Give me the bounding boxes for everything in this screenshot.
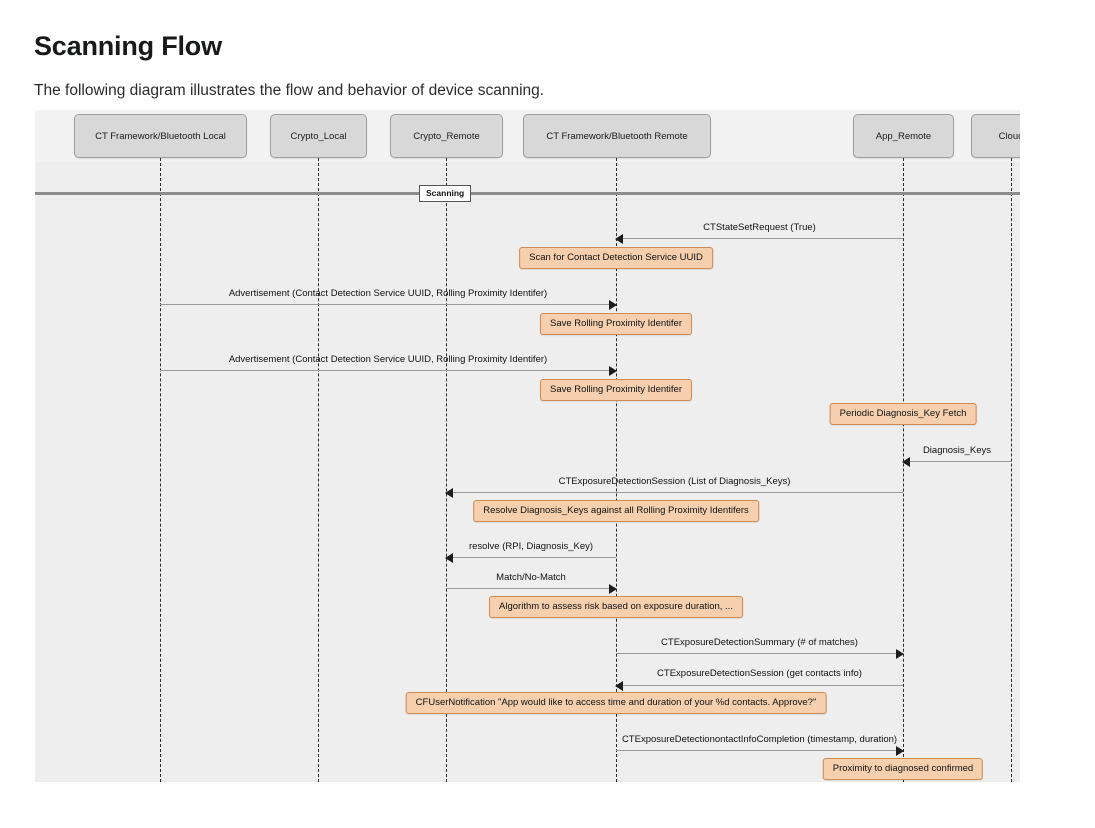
lifeline-crypto_local [318,158,319,782]
participant-label: CT Framework/Bluetooth Remote [546,130,688,142]
message-arrow [902,457,1011,467]
participant-app_remote: App_Remote [853,114,954,158]
arrow-head-icon [609,366,617,376]
message-arrow [616,649,904,659]
arrow-head-icon [609,584,617,594]
message-label: CTExposureDetectionSummary (# of matches… [661,637,858,648]
message-label: CTExposureDetectionontactInfoCompletion … [621,734,898,745]
message-arrow [160,300,617,310]
participant-ctfw_remote: CT Framework/Bluetooth Remote [523,114,711,158]
arrow-head-icon [445,488,453,498]
lifeline-app_remote [903,158,904,782]
note-box: Scan for Contact Detection Service UUID [519,247,713,270]
fragment-separator-bar [35,192,1020,195]
sequence-diagram: CT Framework/Bluetooth Local Crypto_Local… [35,110,1020,782]
note-box: Proximity to diagnosed confirmed [822,758,984,781]
message-arrow [616,746,904,756]
participant-label: CT Framework/Bluetooth Local [95,130,226,142]
message-arrow [615,681,903,691]
message-arrow [445,553,616,563]
message-label: Diagnosis_Keys [922,445,992,456]
message-label: CTExposureDetectionSession (get contacts… [657,668,862,679]
message-label: CTExposureDetectionSession (List of Diag… [558,476,791,487]
page-root: Scanning Flow The following diagram illu… [0,0,1095,828]
message-arrow [445,488,903,498]
note-box: CFUserNotification "App would like to ac… [405,692,827,715]
lifeline-ctfw_local [160,158,161,782]
fragment-label: Scanning [419,185,472,202]
message-arrow [446,584,617,594]
arrow-head-icon [445,553,453,563]
message-label: resolve (RPI, Diagnosis_Key) [468,541,594,552]
arrow-head-icon [896,649,904,659]
message-label: CTStateSetRequest (True) [703,222,816,233]
participant-crypto_local: Crypto_Local [270,114,367,158]
note-box: Save Rolling Proximity Identifer [540,313,692,336]
note-box: Algorithm to assess risk based on exposu… [489,596,743,619]
arrow-head-icon [609,300,617,310]
lifeline-cloud [1011,158,1012,782]
arrow-head-icon [615,234,623,244]
participant-cloud: Cloud [971,114,1020,158]
note-box: Periodic Diagnosis_Key Fetch [829,403,977,426]
participant-label: Crypto_Remote [413,130,480,142]
message-label: Match/No-Match [496,572,566,583]
participant-label: Cloud [998,130,1020,142]
page-subtitle: The following diagram illustrates the fl… [34,81,545,99]
participant-label: Crypto_Local [290,130,347,142]
message-arrow [160,366,617,376]
note-box: Resolve Diagnosis_Keys against all Rolli… [473,500,759,523]
message-label: Advertisement (Contact Detection Service… [228,354,548,365]
arrow-head-icon [615,681,623,691]
message-label: Advertisement (Contact Detection Service… [228,288,548,299]
participant-label: App_Remote [875,130,932,142]
participant-ctfw_local: CT Framework/Bluetooth Local [74,114,247,158]
lifeline-crypto_remote [446,158,447,782]
arrow-head-icon [896,746,904,756]
arrow-head-icon [902,457,910,467]
participant-crypto_remote: Crypto_Remote [390,114,503,158]
note-box: Save Rolling Proximity Identifer [540,379,692,402]
page-title: Scanning Flow [34,31,222,62]
message-arrow [615,234,903,244]
